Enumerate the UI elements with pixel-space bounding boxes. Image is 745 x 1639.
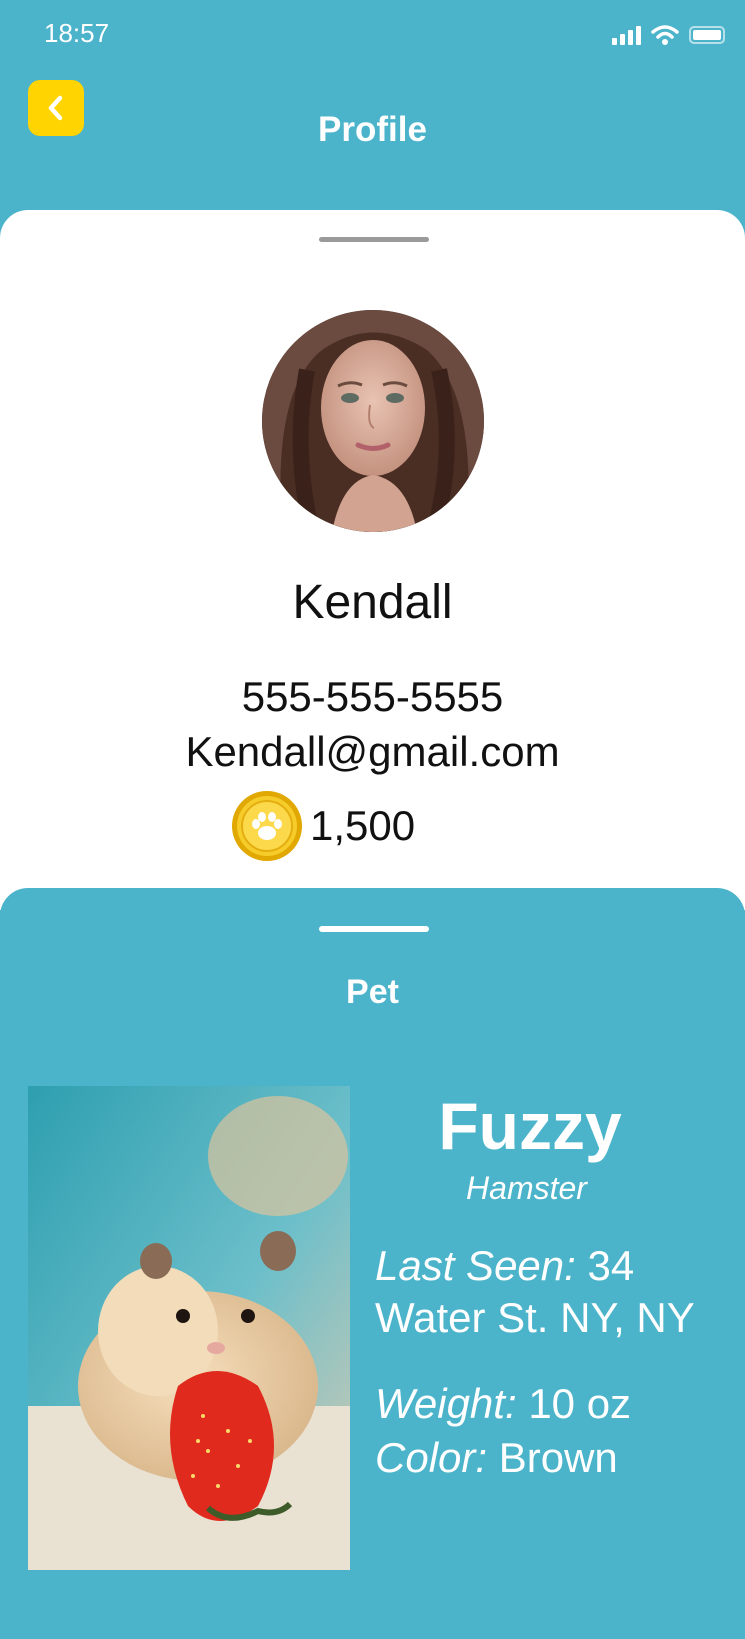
color-label: Color:: [375, 1434, 488, 1481]
status-bar: 18:57: [0, 0, 745, 70]
card-handle[interactable]: [319, 237, 429, 242]
weight-label: Weight:: [375, 1380, 517, 1427]
pet-name: Fuzzy: [438, 1089, 622, 1163]
status-time: 18:57: [44, 18, 110, 48]
pet-photo: [28, 1086, 350, 1570]
pet-section: Pet Fuzzy Hamster Last Seen: 34 Water St…: [0, 888, 745, 1639]
page-title: Profile: [318, 110, 427, 149]
avatar: [262, 310, 484, 532]
pet-weight: Weight: 10 oz: [375, 1378, 735, 1430]
user-email: Kendall@gmail.com: [185, 728, 560, 775]
user-phone: 555-555-5555: [241, 673, 504, 720]
coin-balance-row: 1,500: [230, 788, 415, 864]
last-seen-value-line1: 34: [587, 1242, 635, 1289]
signal-icon: [612, 25, 641, 45]
coin-balance: 1,500: [310, 802, 416, 849]
color-value: Brown: [498, 1434, 618, 1481]
status-icons: [612, 24, 725, 46]
pet-color: Color: Brown: [375, 1432, 735, 1484]
wifi-icon: [651, 25, 679, 45]
pet-section-handle[interactable]: [319, 926, 429, 932]
battery-icon: [689, 26, 725, 44]
user-name: Kendall: [292, 576, 453, 629]
profile-card: Kendall 555-555-5555 Kendall@gmail.com 1…: [0, 210, 745, 910]
paw-coin-icon: [232, 791, 302, 861]
pet-species: Hamster: [466, 1170, 587, 1206]
last-seen-value-line2: Water St. NY, NY: [375, 1294, 695, 1341]
pet-last-seen: Last Seen: 34 Water St. NY, NY: [375, 1240, 735, 1344]
pet-section-title: Pet: [346, 973, 399, 1011]
weight-value: 10 oz: [528, 1380, 632, 1427]
last-seen-label: Last Seen:: [375, 1242, 576, 1289]
